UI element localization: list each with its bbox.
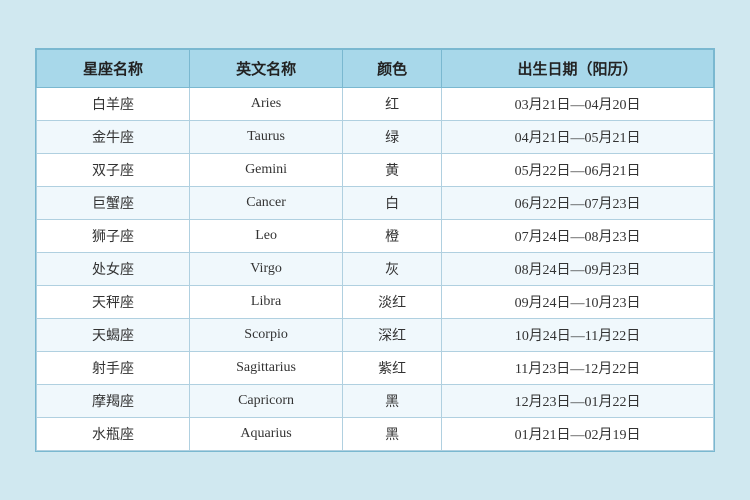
table-body: 白羊座Aries红03月21日—04月20日金牛座Taurus绿04月21日—0… <box>37 88 714 451</box>
cell-chinese-name: 白羊座 <box>37 88 190 121</box>
cell-date: 09月24日—10月23日 <box>442 286 714 319</box>
cell-chinese-name: 水瓶座 <box>37 418 190 451</box>
table-row: 摩羯座Capricorn黑12月23日—01月22日 <box>37 385 714 418</box>
cell-chinese-name: 摩羯座 <box>37 385 190 418</box>
cell-date: 12月23日—01月22日 <box>442 385 714 418</box>
cell-english-name: Cancer <box>190 187 343 220</box>
cell-english-name: Gemini <box>190 154 343 187</box>
cell-english-name: Leo <box>190 220 343 253</box>
zodiac-table: 星座名称 英文名称 颜色 出生日期（阳历） 白羊座Aries红03月21日—04… <box>36 49 714 451</box>
cell-english-name: Taurus <box>190 121 343 154</box>
cell-date: 07月24日—08月23日 <box>442 220 714 253</box>
table-header-row: 星座名称 英文名称 颜色 出生日期（阳历） <box>37 50 714 88</box>
cell-color: 紫红 <box>343 352 442 385</box>
table-row: 巨蟹座Cancer白06月22日—07月23日 <box>37 187 714 220</box>
table-row: 射手座Sagittarius紫红11月23日—12月22日 <box>37 352 714 385</box>
zodiac-table-container: 星座名称 英文名称 颜色 出生日期（阳历） 白羊座Aries红03月21日—04… <box>35 48 715 452</box>
table-row: 天秤座Libra淡红09月24日—10月23日 <box>37 286 714 319</box>
cell-color: 橙 <box>343 220 442 253</box>
cell-chinese-name: 天蝎座 <box>37 319 190 352</box>
table-row: 天蝎座Scorpio深红10月24日—11月22日 <box>37 319 714 352</box>
header-chinese-name: 星座名称 <box>37 50 190 88</box>
cell-chinese-name: 双子座 <box>37 154 190 187</box>
cell-english-name: Capricorn <box>190 385 343 418</box>
table-row: 白羊座Aries红03月21日—04月20日 <box>37 88 714 121</box>
cell-chinese-name: 处女座 <box>37 253 190 286</box>
cell-date: 04月21日—05月21日 <box>442 121 714 154</box>
cell-date: 08月24日—09月23日 <box>442 253 714 286</box>
cell-english-name: Virgo <box>190 253 343 286</box>
cell-english-name: Aries <box>190 88 343 121</box>
header-date: 出生日期（阳历） <box>442 50 714 88</box>
cell-date: 01月21日—02月19日 <box>442 418 714 451</box>
table-row: 处女座Virgo灰08月24日—09月23日 <box>37 253 714 286</box>
cell-english-name: Aquarius <box>190 418 343 451</box>
table-row: 金牛座Taurus绿04月21日—05月21日 <box>37 121 714 154</box>
table-row: 水瓶座Aquarius黑01月21日—02月19日 <box>37 418 714 451</box>
cell-color: 灰 <box>343 253 442 286</box>
cell-color: 黑 <box>343 418 442 451</box>
cell-color: 深红 <box>343 319 442 352</box>
cell-chinese-name: 金牛座 <box>37 121 190 154</box>
cell-date: 11月23日—12月22日 <box>442 352 714 385</box>
cell-color: 黄 <box>343 154 442 187</box>
cell-date: 03月21日—04月20日 <box>442 88 714 121</box>
cell-color: 淡红 <box>343 286 442 319</box>
cell-chinese-name: 天秤座 <box>37 286 190 319</box>
cell-chinese-name: 射手座 <box>37 352 190 385</box>
header-english-name: 英文名称 <box>190 50 343 88</box>
cell-date: 06月22日—07月23日 <box>442 187 714 220</box>
cell-color: 绿 <box>343 121 442 154</box>
header-color: 颜色 <box>343 50 442 88</box>
table-row: 双子座Gemini黄05月22日—06月21日 <box>37 154 714 187</box>
cell-color: 黑 <box>343 385 442 418</box>
cell-date: 10月24日—11月22日 <box>442 319 714 352</box>
cell-chinese-name: 狮子座 <box>37 220 190 253</box>
cell-color: 红 <box>343 88 442 121</box>
cell-english-name: Libra <box>190 286 343 319</box>
cell-english-name: Sagittarius <box>190 352 343 385</box>
table-row: 狮子座Leo橙07月24日—08月23日 <box>37 220 714 253</box>
cell-chinese-name: 巨蟹座 <box>37 187 190 220</box>
cell-color: 白 <box>343 187 442 220</box>
cell-english-name: Scorpio <box>190 319 343 352</box>
cell-date: 05月22日—06月21日 <box>442 154 714 187</box>
